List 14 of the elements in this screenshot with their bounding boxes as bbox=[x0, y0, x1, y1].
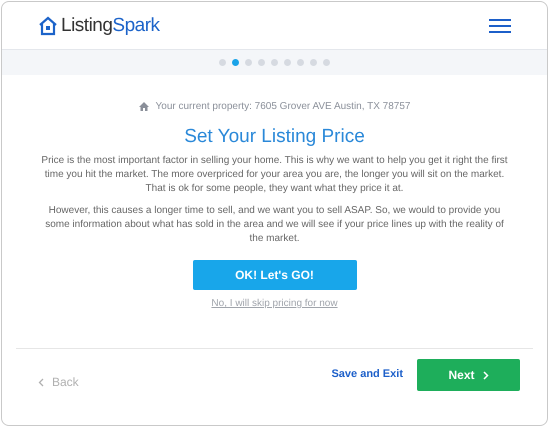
ok-button[interactable]: OK! Let's GO! bbox=[192, 260, 356, 290]
description-paragraph: However, this causes a longer time to sell, and we want you to sell ASAP. So, we would to provide you some information about what has sold in the area and we will see if your price lines up with the reality of the market. bbox=[44, 204, 505, 246]
description-paragraph: Price is the most important factor in selling your home. This is why we want to help you get it right the first time you hit the market. The more overpriced for your area you are, the longer you will sit on the market. That is ok for some people, they want what they price it at. bbox=[40, 154, 509, 196]
save-exit-button[interactable]: Save and Exit bbox=[331, 368, 403, 380]
next-button[interactable]: Next bbox=[417, 359, 520, 391]
home-icon bbox=[138, 102, 149, 111]
property-address: Your current property: 7605 Grover AVE Austin, TX 78757 bbox=[156, 101, 410, 112]
chevron-left-icon bbox=[38, 378, 44, 386]
page-title: Set Your Listing Price bbox=[184, 126, 365, 148]
menu-icon[interactable] bbox=[489, 18, 511, 32]
skip-link[interactable]: No, I will skip pricing for now bbox=[211, 298, 338, 309]
house-icon bbox=[38, 16, 58, 36]
chevron-right-icon bbox=[482, 370, 488, 380]
logo-text: ListingSpark bbox=[61, 14, 160, 36]
